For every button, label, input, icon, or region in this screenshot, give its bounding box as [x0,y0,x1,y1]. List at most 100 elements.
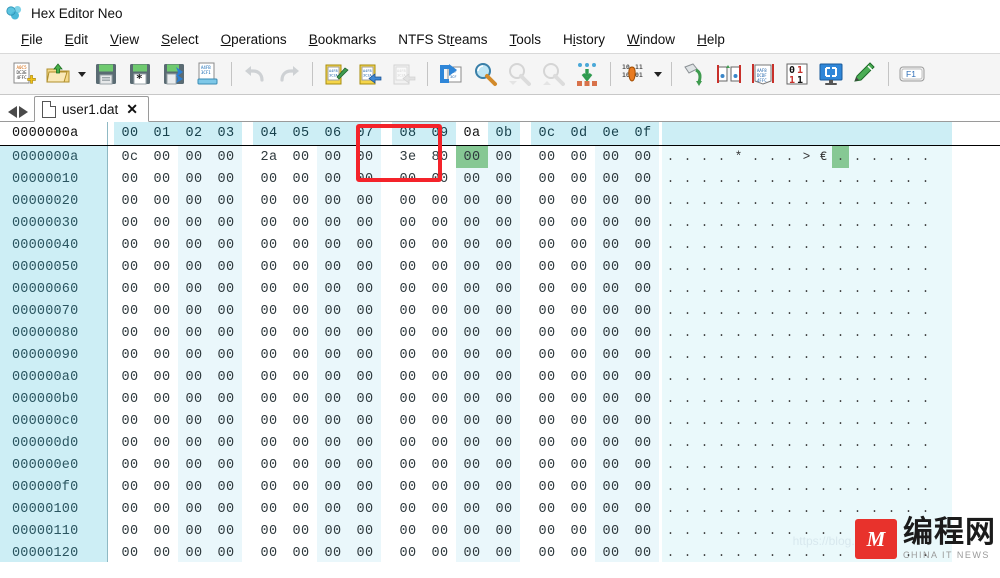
ascii-char-cell[interactable]: . [696,410,713,432]
ascii-char-cell[interactable]: . [815,278,832,300]
hex-bytes-pane[interactable]: 00 00 00 00 00 00 00 00 00 00 00 00 00 00 00 00 [108,498,659,520]
hex-byte-cell[interactable]: 00 [424,168,456,190]
ascii-char-cell[interactable]: . [900,344,917,366]
ascii-char-cell[interactable]: . [662,366,679,388]
ascii-char-cell[interactable]: . [662,520,679,542]
goto-icon[interactable]: A4F 3CF [435,57,467,91]
ascii-char-cell[interactable]: . [696,366,713,388]
new-file-icon[interactable]: A0C5 DC3E 4FFC [8,57,40,91]
ascii-char-cell[interactable]: . [917,234,934,256]
ascii-char-cell[interactable]: . [764,520,781,542]
hex-byte-cell[interactable]: 00 [317,454,349,476]
hex-byte-cell[interactable]: 00 [627,300,659,322]
hex-byte-cell[interactable]: 00 [563,454,595,476]
hex-bytes-pane[interactable]: 00 00 00 00 00 00 00 00 00 00 00 00 00 00 00 00 [108,542,659,562]
ascii-char-cell[interactable]: . [866,300,883,322]
hex-byte-cell[interactable]: 00 [349,146,381,168]
ascii-char-cell[interactable]: . [917,300,934,322]
ascii-pane[interactable]: ................ [662,344,952,366]
next-tab-arrow-icon[interactable] [19,106,28,118]
hex-byte-cell[interactable]: 00 [349,454,381,476]
ascii-char-cell[interactable]: . [900,256,917,278]
ascii-char-cell[interactable]: . [696,212,713,234]
hex-byte-cell[interactable]: 00 [253,212,285,234]
hex-byte-cell[interactable]: 00 [114,454,146,476]
ascii-char-cell[interactable]: . [849,212,866,234]
ascii-char-cell[interactable]: . [679,344,696,366]
ascii-char-cell[interactable]: . [713,476,730,498]
hex-byte-cell[interactable]: 00 [210,168,242,190]
ascii-char-cell[interactable]: . [781,366,798,388]
hex-byte-cell[interactable]: 00 [114,234,146,256]
ascii-char-cell[interactable]: . [883,476,900,498]
ascii-char-cell[interactable]: . [679,168,696,190]
hex-row[interactable]: 000000c0 00 00 00 00 00 00 00 00 00 00 00 00 00 00 00 00… [0,410,1000,432]
hex-byte-cell[interactable]: 00 [456,212,488,234]
hex-byte-cell[interactable]: 00 [531,498,563,520]
hex-byte-cell[interactable]: 00 [253,300,285,322]
hex-byte-cell[interactable]: 00 [146,498,178,520]
hex-byte-cell[interactable]: 00 [424,344,456,366]
hex-byte-cell[interactable]: 00 [563,432,595,454]
ascii-char-cell[interactable]: . [900,410,917,432]
binary-mode-icon[interactable]: 0 1 1 1 [781,57,813,91]
hex-byte-cell[interactable]: 00 [285,212,317,234]
hex-byte-cell[interactable]: 00 [178,520,210,542]
hex-byte-cell[interactable]: 00 [114,344,146,366]
ascii-char-cell[interactable]: . [747,212,764,234]
hex-byte-cell[interactable]: 00 [349,190,381,212]
ascii-char-cell[interactable]: . [815,322,832,344]
hex-byte-cell[interactable]: 00 [114,520,146,542]
hex-byte-cell[interactable]: 00 [285,498,317,520]
ascii-char-cell[interactable]: . [832,454,849,476]
ascii-char-cell[interactable]: . [730,234,747,256]
ascii-char-cell[interactable]: . [764,410,781,432]
ascii-char-cell[interactable]: . [883,190,900,212]
ascii-char-cell[interactable]: . [849,366,866,388]
hex-byte-cell[interactable]: 00 [488,344,520,366]
hex-row[interactable]: 000000b0 00 00 00 00 00 00 00 00 00 00 00 00 00 00 00 00… [0,388,1000,410]
ascii-char-cell[interactable]: . [679,256,696,278]
ascii-char-cell[interactable]: . [713,366,730,388]
ascii-char-cell[interactable]: . [883,432,900,454]
ascii-char-cell[interactable]: . [781,256,798,278]
save-icon[interactable] [90,57,122,91]
ascii-char-cell[interactable]: . [849,344,866,366]
ascii-char-cell[interactable]: . [713,454,730,476]
ascii-char-cell[interactable]: . [679,432,696,454]
hex-byte-cell[interactable]: 00 [114,168,146,190]
ascii-char-cell[interactable]: . [883,388,900,410]
hex-byte-cell[interactable]: 00 [531,432,563,454]
ascii-char-cell[interactable]: . [866,146,883,168]
hex-byte-cell[interactable]: 00 [531,278,563,300]
ascii-char-cell[interactable]: . [747,256,764,278]
ascii-char-cell[interactable]: . [662,278,679,300]
ascii-char-cell[interactable]: . [917,454,934,476]
ascii-char-cell[interactable]: . [798,476,815,498]
hex-byte-cell[interactable]: 00 [531,410,563,432]
ascii-char-cell[interactable]: . [798,366,815,388]
hex-byte-cell[interactable]: 00 [178,278,210,300]
hex-bytes-pane[interactable]: 00 00 00 00 00 00 00 00 00 00 00 00 00 00 00 00 [108,256,659,278]
hex-byte-cell[interactable]: 00 [210,300,242,322]
hex-byte-cell[interactable]: 00 [285,388,317,410]
hex-byte-cell[interactable]: 00 [146,322,178,344]
ascii-char-cell[interactable]: . [866,344,883,366]
hex-byte-cell[interactable]: 00 [392,432,424,454]
hex-column-header-01[interactable]: 01 [146,122,178,145]
hex-byte-cell[interactable]: 00 [285,542,317,562]
hex-byte-cell[interactable]: 00 [456,542,488,562]
hex-byte-cell[interactable]: 00 [349,410,381,432]
ascii-char-cell[interactable]: . [900,234,917,256]
ascii-char-cell[interactable]: . [764,146,781,168]
hex-byte-cell[interactable]: 00 [488,212,520,234]
hex-byte-cell[interactable]: 00 [210,410,242,432]
hex-column-header-0b[interactable]: 0b [488,122,520,145]
hex-byte-cell[interactable]: 00 [349,498,381,520]
menu-select[interactable]: Select [150,29,210,50]
hex-column-header-0d[interactable]: 0d [563,122,595,145]
hex-editor-view[interactable]: 0000000a 00 01 02 03 04 05 06 07 08 09 0a 0b 0c 0d 0e 0… [0,122,1000,562]
paste-icon[interactable]: A4F8 3C2A [388,57,420,91]
ascii-char-cell[interactable]: . [662,498,679,520]
hex-byte-cell[interactable]: 00 [349,234,381,256]
